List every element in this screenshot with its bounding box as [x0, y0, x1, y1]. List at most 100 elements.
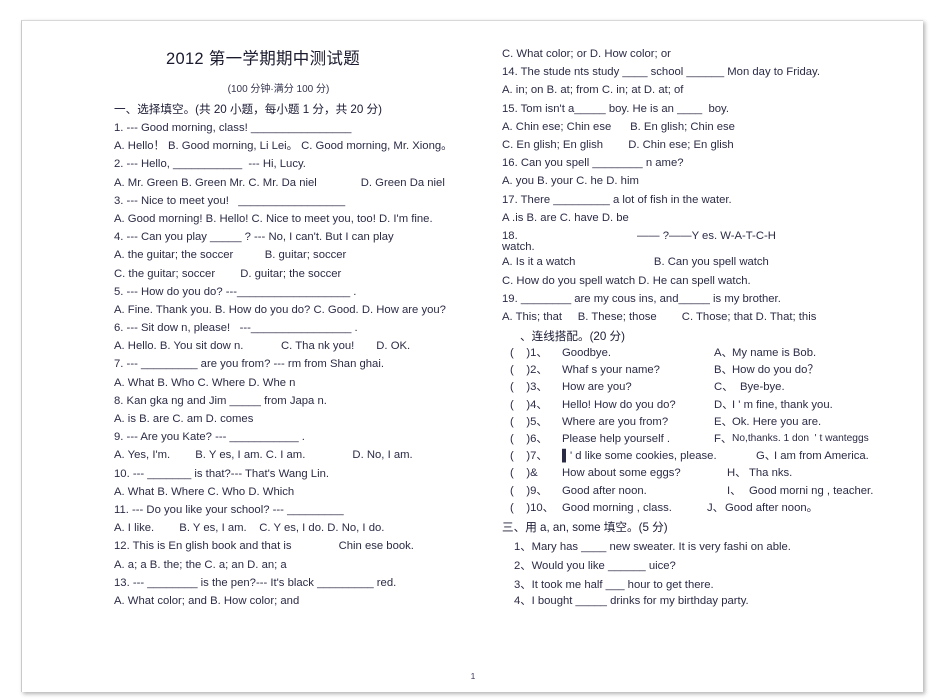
question-line-cont: watch. [502, 241, 535, 254]
match-answer: I ' m fine, thank you. [732, 398, 833, 411]
question-line: 6. --- Sit dow n, please! ---___________… [114, 322, 358, 335]
match-row: ( )1、 Goodbye. A、 My name is Bob. [502, 347, 902, 359]
match-letter: D、 [714, 398, 734, 411]
match-letter: E、 [714, 415, 733, 428]
match-answer: How do you do？ [732, 364, 819, 377]
match-prompt: Hello! How do you do? [562, 398, 676, 411]
option-line: A. What color; and B. How color; and [114, 594, 300, 607]
match-prompt: Good morning , class. [562, 501, 672, 514]
fill-item: 4、I bought _____ drinks for my birthday … [514, 594, 749, 607]
option-line: A. Chin ese; Chin ese B. En glish; Chin … [502, 120, 735, 133]
match-row: ( )5、 Where are you from? E、 Ok. Here yo… [502, 416, 902, 428]
match-prompt: Where are you from? [562, 415, 669, 428]
match-prompt: Goodbye. [562, 347, 611, 360]
question-line: 11. --- Do you like your school? --- ___… [114, 503, 344, 516]
option-line: A. What B. Where C. Who D. Which [114, 485, 295, 498]
match-prompt: Please help yourself . [562, 433, 671, 446]
page-number: 1 [470, 671, 476, 681]
option-line: A. Yes, I'm. B. Y es, I am. C. I am. D. … [114, 449, 413, 462]
match-row: ( )9、 Good after noon. I、 Good morni ng … [502, 485, 902, 497]
option-line: C. How do you spell watch D. He can spel… [502, 274, 751, 287]
option-line: A. Hello！ B. Good morning, Li Lei。 C. Go… [114, 140, 453, 153]
match-letter: B、 [714, 364, 733, 377]
section-one-heading: 一、选择填空。(共 20 小题，每小题 1 分，共 20 分) [114, 103, 382, 116]
left-column: 2012 第一学期期中测试题 (100 分钟·满分 100 分) 一、选择填空。… [114, 21, 489, 607]
option-line: A. Mr. Green B. Green Mr. C. Mr. Da niel… [114, 176, 445, 189]
question-line: 2. --- Hello, ___________ --- Hi, Lucy. [114, 158, 306, 171]
match-row: ( )6、 Please help yourself . F、 No,thank… [502, 433, 902, 445]
option-line: A. in; on B. at; from C. in; at D. at; o… [502, 84, 684, 97]
match-letter: A、 [714, 347, 733, 360]
section-two-heading: 、连线搭配。(20 分) [520, 330, 625, 344]
match-answer: Good morni ng , teacher. [749, 484, 874, 497]
question-line: 5. --- How do you do? ---_______________… [114, 285, 357, 298]
match-number: ( )2、 [510, 364, 548, 377]
match-number: ( )10、 [510, 501, 554, 514]
match-prompt: How are you? [562, 381, 632, 394]
match-answer: My name is Bob. [732, 347, 817, 360]
match-prompt: How about some eggs? [562, 467, 681, 480]
match-letter: I、 [727, 484, 742, 497]
match-number: ( )6、 [510, 433, 548, 446]
section-three-heading: 三、用 a, an, some 填空。(5 分) [502, 520, 668, 534]
option-line: A. I like. B. Y es, I am. C. Y es, I do.… [114, 522, 385, 535]
match-letter: H、 [727, 467, 747, 480]
option-line: C. En glish; En glish D. Chin ese; En gl… [502, 138, 734, 151]
question-line: 14. The stude nts study ____ school ____… [502, 66, 820, 79]
match-letter: G、 [756, 450, 777, 463]
question-line: 18. —— ?——Y es. W-A-T-C-H [502, 229, 776, 242]
match-number: ( )1、 [510, 347, 548, 360]
question-line: 9. --- Are you Kate? --- ___________ . [114, 431, 305, 444]
match-prompt: Whaf s your name? [562, 364, 660, 377]
match-row: ( )4、 Hello! How do you do? D、 I ' m fin… [502, 399, 902, 411]
match-letter: J、 [707, 501, 724, 514]
option-line: A. Hello. B. You sit dow n. C. Tha nk yo… [114, 340, 411, 353]
option-line: A. Is it a watch B. Can you spell watch [502, 256, 769, 269]
question-line: 17. There _________ a lot of fish in the… [502, 193, 732, 206]
match-prompt: Good after noon. [562, 484, 647, 497]
option-line: A. the guitar; the soccer B. guitar; soc… [114, 249, 347, 262]
question-line: 1. --- Good morning, class! ____________… [114, 122, 352, 134]
option-line: A .is B. are C. have D. be [502, 211, 629, 224]
fill-item: 1、Mary has ____ new sweater. It is very … [514, 540, 791, 553]
match-number: ( )9、 [510, 484, 548, 497]
question-line: 4. --- Can you play _____ ? --- No, I ca… [114, 231, 394, 244]
match-number: ( )7、 [510, 450, 548, 463]
match-row: ( )2、 Whaf s your name? B、 How do you do… [502, 364, 902, 376]
match-row: ( )& How about some eggs? H、 Tha nks. [502, 467, 902, 479]
match-answer: Tha nks. [749, 467, 793, 480]
question-line: 10. --- _______ is that?--- That's Wang … [114, 467, 330, 480]
question-line: 19. ________ are my cous ins, and_____ i… [502, 292, 781, 305]
document-page: 2012 第一学期期中测试题 (100 分钟·满分 100 分) 一、选择填空。… [21, 20, 923, 692]
match-answer: Good after noon。 [725, 501, 818, 514]
match-number: ( )& [510, 467, 538, 480]
question-line: 3. --- Nice to meet you! _______________… [114, 194, 346, 207]
fill-item: 3、It took me half ___ hour to get there. [514, 579, 714, 592]
question-line: 16. Can you spell ________ n ame? [502, 157, 684, 170]
page-subtitle: (100 分钟·满分 100 分) [227, 84, 330, 95]
match-row: ( )7、 ▌' d like some cookies, please. G、… [502, 450, 902, 462]
match-letter: C、 [714, 381, 734, 394]
match-answer: I am from America. [774, 450, 869, 463]
question-line: 12. This is En glish book and that is Ch… [114, 540, 414, 553]
option-line: A. This; that B. These; those C. Those; … [502, 310, 817, 323]
match-answer: Ok. Here you are. [732, 415, 822, 428]
document-body: 2012 第一学期期中测试题 (100 分钟·满分 100 分) 一、选择填空。… [22, 21, 923, 692]
question-line: 8. Kan gka ng and Jim _____ from Japa n. [114, 394, 327, 407]
match-prompt: ▌' d like some cookies, please. [562, 450, 717, 463]
option-line: A. you B. your C. he D. him [502, 175, 639, 188]
match-letter: F、 [714, 433, 733, 446]
option-line: A. Fine. Thank you. B. How do you do? C.… [114, 303, 446, 316]
question-line: 7. --- _________ are you from? --- rm fr… [114, 358, 384, 371]
match-number: ( )5、 [510, 415, 548, 428]
match-row: ( )3、 How are you? C、 Bye-bye. [502, 381, 902, 393]
option-line: C. What color; or D. How color; or [502, 48, 671, 60]
option-line: A. a; a B. the; the C. a; an D. an; a [114, 558, 287, 571]
option-line: C. the guitar; soccer D. guitar; the soc… [114, 267, 342, 280]
match-number: ( )4、 [510, 398, 548, 411]
option-line: A. is B. are C. am D. comes [114, 413, 254, 425]
match-number: ( )3、 [510, 381, 548, 394]
match-answer: No,thanks. 1 don ' t wanteggs [732, 433, 869, 445]
match-row: ( )10、 Good morning , class. J、 Good aft… [502, 502, 902, 514]
option-line: A. What B. Who C. Where D. Whe n [114, 376, 296, 389]
